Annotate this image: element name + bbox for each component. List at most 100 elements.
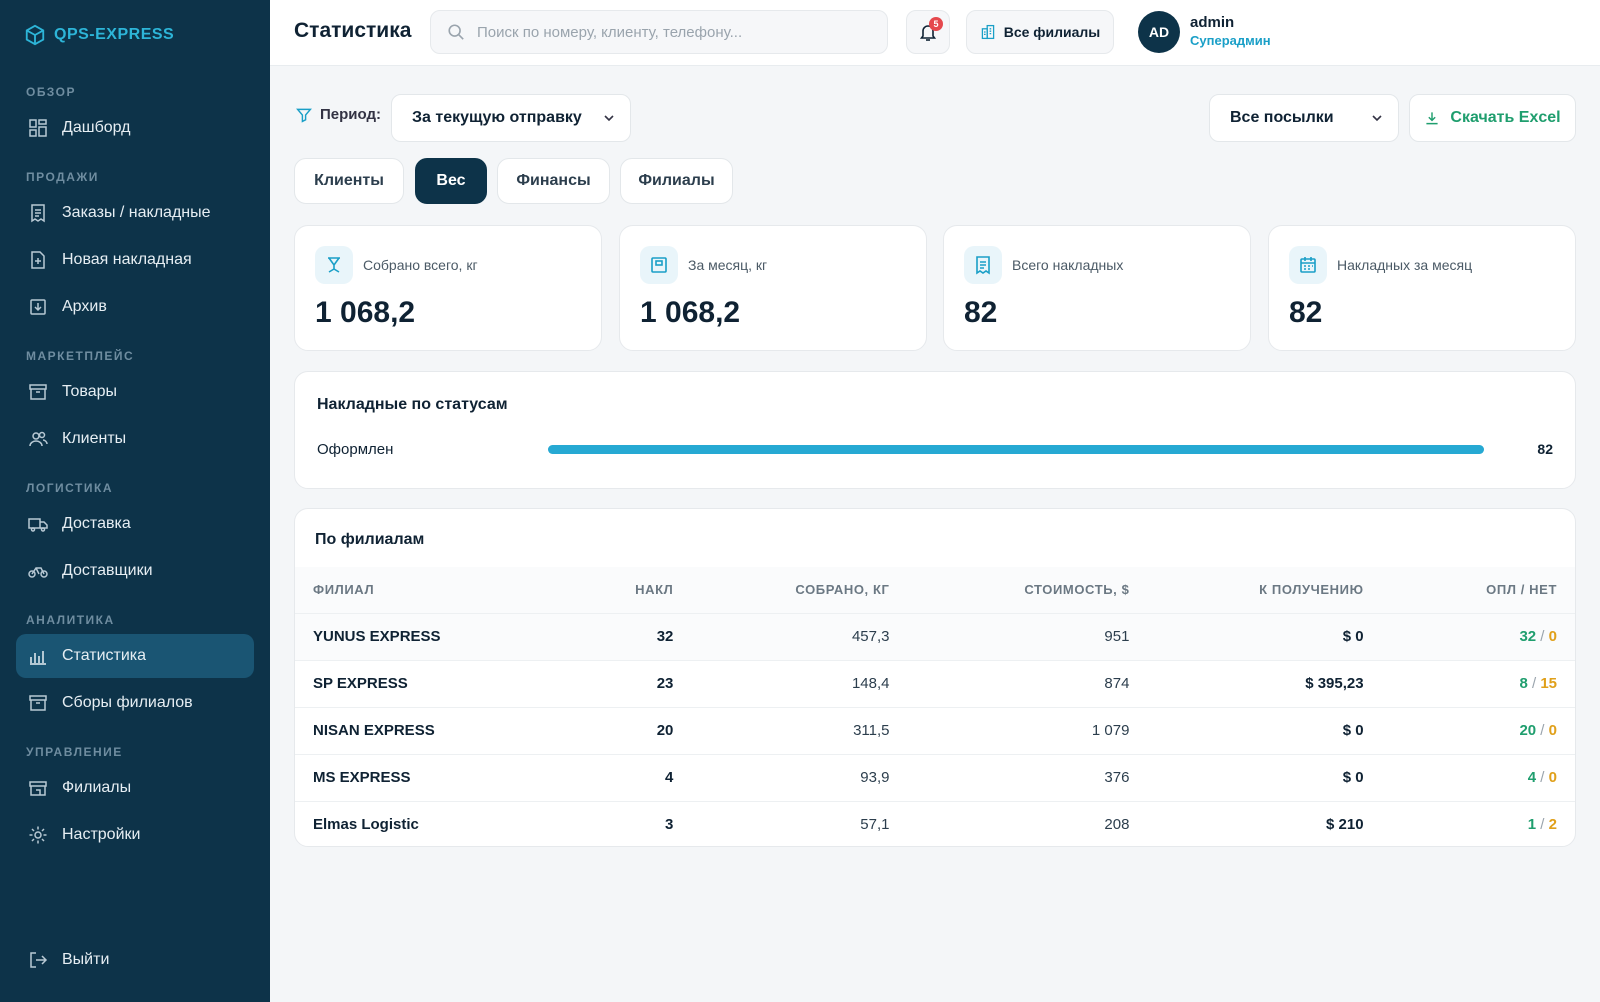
section-title-logistics: ЛОГИСТИКА (26, 481, 113, 495)
sidebar-item-orders[interactable]: Заказы / накладные (16, 191, 254, 235)
logout-button[interactable]: Выйти (16, 938, 254, 982)
table-row[interactable]: Elmas Logistic 3 57,1 208 $ 210 1 / 2 (295, 800, 1575, 846)
all-branches-button[interactable]: Все филиалы (966, 10, 1114, 54)
col-header-weight[interactable]: СОБРАНО, КГ (691, 567, 908, 613)
sidebar-item-branch-collections[interactable]: Сборы филиалов (16, 681, 254, 725)
search-icon (448, 24, 464, 40)
status-count: 82 (1537, 441, 1553, 457)
col-header-branch[interactable]: ФИЛИАЛ (295, 567, 618, 613)
cell-weight: 93,9 (691, 753, 908, 801)
cell-weight: 57,1 (691, 800, 908, 846)
download-excel-label: Скачать Excel (1450, 109, 1561, 126)
status-progress-track (548, 445, 1484, 454)
cell-branch: MS EXPRESS (295, 753, 618, 801)
branches-table-panel: По филиалам ФИЛИАЛ НАКЛ СОБРАНО, КГ СТОИ… (294, 508, 1576, 847)
tab-clients[interactable]: Клиенты (294, 158, 404, 204)
cell-branch: Elmas Logistic (295, 800, 618, 846)
sidebar-item-label: Новая накладная (62, 251, 192, 268)
cell-cost: 376 (907, 753, 1148, 801)
unpaid-count: 0 (1548, 769, 1557, 786)
users-icon (29, 431, 48, 447)
stat-card-collected-total: Собрано всего, кг 1 068,2 (294, 225, 602, 351)
sidebar-item-products[interactable]: Товары (16, 370, 254, 414)
section-title-sales: ПРОДАЖИ (26, 170, 99, 184)
cell-paid-unpaid: 4 / 0 (1381, 753, 1575, 801)
stat-card-value: 82 (1289, 296, 1323, 329)
tab-branches[interactable]: Филиалы (620, 158, 733, 204)
building-icon (981, 24, 994, 40)
paid-count: 8 (1519, 675, 1528, 692)
sidebar-item-archive[interactable]: Архив (16, 285, 254, 329)
table-row[interactable]: MS EXPRESS 4 93,9 376 $ 0 4 / 0 (295, 753, 1575, 801)
unpaid-count: 0 (1548, 722, 1557, 739)
sidebar-item-label: Архив (62, 298, 107, 315)
stat-card-value: 82 (964, 296, 998, 329)
cell-receivable: $ 0 (1147, 612, 1382, 660)
bike-icon (28, 567, 48, 578)
truck-icon (28, 518, 48, 532)
paid-count: 20 (1519, 722, 1537, 739)
cell-invoices: 32 (617, 612, 692, 660)
period-select[interactable]: За текущую отправку (391, 94, 631, 142)
tab-finances[interactable]: Финансы (497, 158, 610, 204)
section-title-analytics: АНАЛИТИКА (26, 613, 115, 627)
cell-cost: 208 (907, 800, 1148, 846)
sidebar-item-statistics[interactable]: Статистика (16, 634, 254, 678)
cell-cost: 874 (907, 659, 1148, 707)
cell-weight: 148,4 (691, 659, 908, 707)
cell-weight: 457,3 (691, 612, 908, 660)
cell-branch: NISAN EXPRESS (295, 706, 618, 754)
cell-invoices: 3 (617, 800, 692, 846)
cell-receivable: $ 395,23 (1147, 659, 1382, 707)
sidebar-item-settings[interactable]: Настройки (16, 813, 254, 857)
col-header-receivable[interactable]: К ПОЛУЧЕНИЮ (1147, 567, 1382, 613)
notification-badge: 5 (929, 17, 943, 31)
download-icon (1426, 112, 1439, 125)
parcels-select-value: Все посылки (1230, 109, 1334, 126)
sidebar-item-label: Статистика (62, 647, 147, 664)
cube-logo-icon (25, 24, 45, 46)
sidebar-item-branches[interactable]: Филиалы (16, 766, 254, 810)
sidebar-item-delivery[interactable]: Доставка (16, 502, 254, 546)
status-progress-fill (548, 445, 1484, 454)
stat-card-label: Собрано всего, кг (363, 257, 478, 273)
search-box[interactable] (430, 10, 888, 54)
search-input[interactable] (477, 23, 857, 41)
parcels-select[interactable]: Все посылки (1209, 94, 1399, 142)
sidebar-item-new-invoice[interactable]: Новая накладная (16, 238, 254, 282)
filter-icon (296, 108, 312, 123)
cell-branch: SP EXPRESS (295, 659, 618, 707)
download-excel-button[interactable]: Скачать Excel (1409, 94, 1576, 142)
sidebar-item-couriers[interactable]: Доставщики (16, 549, 254, 593)
cell-cost: 951 (907, 612, 1148, 660)
table-row[interactable]: SP EXPRESS 23 148,4 874 $ 395,23 8 / 15 (295, 659, 1575, 707)
invoice-icon (31, 204, 45, 223)
avatar[interactable]: AD (1138, 11, 1180, 53)
chevron-down-icon (604, 115, 614, 122)
sidebar-item-dashboard[interactable]: Дашборд (16, 106, 254, 150)
grid-icon (29, 119, 47, 137)
sidebar-item-label: Дашборд (62, 119, 131, 136)
table-row[interactable]: NISAN EXPRESS 20 311,5 1 079 $ 0 20 / 0 (295, 706, 1575, 754)
cell-receivable: $ 210 (1147, 800, 1382, 846)
chart-icon (30, 651, 46, 665)
period-label-text: Период: (320, 106, 381, 123)
unpaid-count: 0 (1548, 628, 1557, 645)
unpaid-count: 2 (1548, 816, 1557, 834)
app-logo[interactable]: QPS-EXPRESS (24, 24, 174, 46)
tab-weight[interactable]: Вес (415, 158, 487, 204)
col-header-paid-unpaid[interactable]: ОПЛ / НЕТ (1381, 567, 1575, 613)
table-row[interactable]: YUNUS EXPRESS 32 457,3 951 $ 0 32 / 0 (295, 612, 1575, 660)
sidebar-item-label: Товары (62, 383, 118, 400)
sidebar-item-clients[interactable]: Клиенты (16, 417, 254, 461)
sidebar-item-label: Доставка (62, 515, 131, 532)
section-title-marketplace: МАРКЕТПЛЕЙС (26, 349, 135, 363)
logout-icon (30, 952, 48, 968)
col-header-cost[interactable]: СТОИМОСТЬ, $ (907, 567, 1148, 613)
cell-weight: 311,5 (691, 706, 908, 754)
chevron-down-icon (1372, 115, 1382, 122)
sidebar-item-label: Клиенты (62, 430, 127, 447)
section-title-management: УПРАВЛЕНИЕ (26, 745, 123, 759)
notifications-button[interactable]: 5 (906, 10, 950, 54)
col-header-invoices[interactable]: НАКЛ (617, 567, 692, 613)
